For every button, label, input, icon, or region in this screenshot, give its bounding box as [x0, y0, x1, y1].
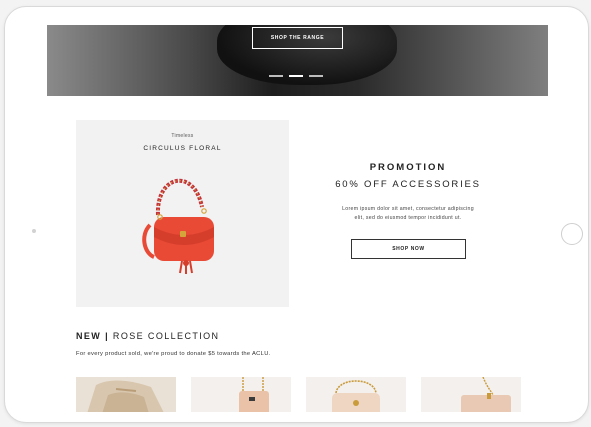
promotion-title: PROMOTION: [369, 162, 447, 173]
tablet-frame: SHOP THE RANGE Timeless CIRCULUS FLORAL: [4, 6, 589, 423]
featured-product-card[interactable]: Timeless CIRCULUS FLORAL: [76, 120, 289, 307]
thumbnail-bag-image-1: [87, 380, 164, 412]
carousel-dot-3[interactable]: [309, 75, 323, 77]
home-button[interactable]: [561, 223, 583, 245]
collection-name: ROSE COLLECTION: [112, 331, 220, 341]
collection-heading: NEW | ROSE COLLECTION: [76, 331, 219, 341]
shop-the-range-button[interactable]: SHOP THE RANGE: [252, 27, 343, 49]
promotion-description: Lorem ipsum dolor sit amet, consectetur …: [300, 205, 516, 223]
carousel-dot-1[interactable]: [269, 75, 283, 77]
camera-dot-icon: [32, 229, 36, 233]
promotion-subtitle: 60% OFF ACCESSORIES: [335, 179, 481, 190]
promotion-text-line-1: Lorem ipsum dolor sit amet, consectetur …: [342, 206, 474, 212]
handbag-image: [142, 178, 214, 274]
thumbnail-bag-image-3: [332, 380, 380, 412]
product-thumbnail-1[interactable]: [76, 377, 176, 412]
product-name: CIRCULUS FLORAL: [143, 145, 222, 152]
product-thumbnail-3[interactable]: [306, 377, 406, 412]
thumbnail-bag-image-4: [461, 377, 511, 412]
product-thumbnail-4[interactable]: [421, 377, 521, 412]
collection-subtitle: For every product sold, we're proud to d…: [76, 351, 271, 357]
product-thumbnail-2[interactable]: [191, 377, 291, 412]
hero-banner: SHOP THE RANGE: [47, 25, 548, 96]
shop-now-button[interactable]: SHOP NOW: [351, 239, 466, 259]
carousel-dot-2[interactable]: [289, 75, 303, 77]
new-label: NEW |: [76, 331, 110, 341]
product-tag: Timeless: [171, 133, 194, 139]
promotion-text-line-2: elit, sed do eiusmod tempor incididunt u…: [354, 215, 462, 221]
webpage-screen: SHOP THE RANGE Timeless CIRCULUS FLORAL: [42, 25, 553, 412]
thumbnail-bag-image-2: [239, 377, 269, 412]
